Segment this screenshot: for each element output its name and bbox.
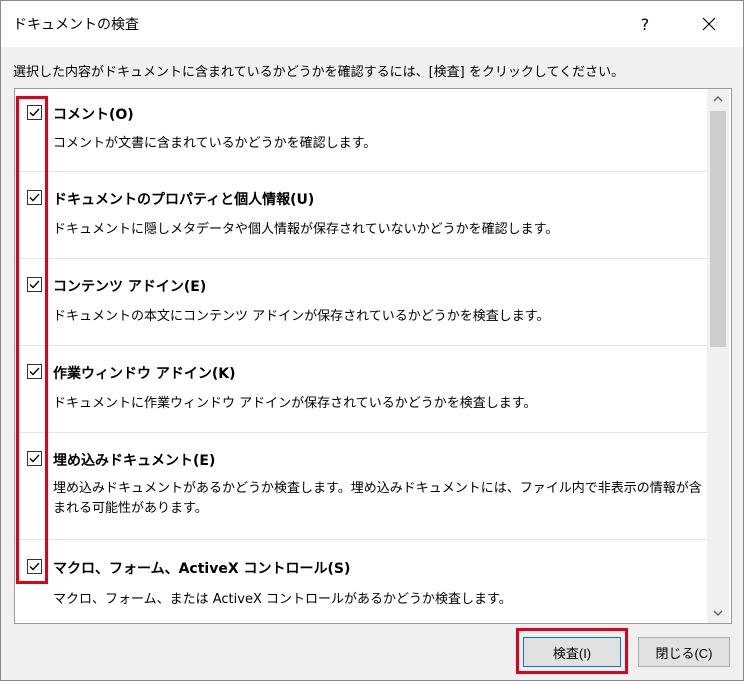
help-button[interactable]: ? [625, 8, 665, 40]
item-title: ドキュメントのプロパティと個人情報(U) [53, 192, 315, 208]
inspect-highlight-annotation [516, 628, 628, 674]
scroll-down-button[interactable] [707, 603, 729, 623]
help-icon: ? [640, 14, 650, 34]
item-description: マクロ、フォーム、または ActiveX コントロールがあるかどうか検査します。 [53, 592, 512, 607]
chevron-down-icon [713, 610, 723, 616]
window-title: ドキュメントの検査 [13, 17, 139, 33]
list-item-document-properties: ドキュメントのプロパティと個人情報(U) ドキュメントに隠しメタデータや個人情報… [15, 172, 707, 258]
item-description: ドキュメントに隠しメタデータや個人情報が保存されていないかどうかを確認します。 [53, 222, 559, 237]
item-title: 埋め込みドキュメント(E) [53, 453, 216, 469]
list-item-embedded-documents: 埋め込みドキュメント(E) 埋め込みドキュメントがあるかどうか検査します。埋め込… [15, 433, 707, 539]
item-description: 埋め込みドキュメントがあるかどうか検査します。埋め込みドキュメントには、ファイル… [53, 481, 702, 516]
vertical-scrollbar[interactable] [707, 89, 729, 623]
document-inspector-dialog: ドキュメントの検査 ? 選択した内容がドキュメントに含まれているかどうかを確認す… [0, 0, 744, 681]
item-title: コンテンツ アドイン(E) [53, 279, 207, 295]
list-item-comments: コメント(O) コメントが文書に含まれているかどうかを確認します。 [15, 89, 707, 171]
item-description: ドキュメントの本文にコンテンツ アドインが保存されているかどうかを検査します。 [53, 309, 550, 324]
inspection-list: コメント(O) コメントが文書に含まれているかどうかを確認します。 ドキュメント… [14, 88, 732, 624]
scroll-thumb[interactable] [710, 111, 726, 347]
item-description: ドキュメントに作業ウィンドウ アドインが保存されているかどうかを検査します。 [53, 396, 537, 411]
close-button[interactable]: 閉じる(C) [638, 637, 730, 667]
scroll-up-button[interactable] [707, 89, 729, 109]
item-title: コメント(O) [53, 107, 134, 123]
window-close-button[interactable] [687, 8, 731, 40]
list-item-taskpane-addins: 作業ウィンドウ アドイン(K) ドキュメントに作業ウィンドウ アドインが保存され… [15, 346, 707, 432]
instruction-text: 選択した内容がドキュメントに含まれているかどうかを確認するには、[検査] をクリ… [13, 65, 625, 80]
item-description: コメントが文書に含まれているかどうかを確認します。 [53, 136, 377, 151]
checkbox-highlight-annotation [16, 96, 48, 584]
title-bar: ドキュメントの検査 ? [1, 1, 743, 47]
item-title: マクロ、フォーム、ActiveX コントロール(S) [53, 561, 351, 577]
list-item-content-addins: コンテンツ アドイン(E) ドキュメントの本文にコンテンツ アドインが保存されて… [15, 259, 707, 345]
chevron-up-icon [713, 96, 723, 102]
item-title: 作業ウィンドウ アドイン(K) [53, 366, 236, 382]
list-item-macros-forms-activex: マクロ、フォーム、ActiveX コントロール(S) マクロ、フォーム、または … [15, 540, 707, 623]
close-icon [702, 17, 716, 31]
